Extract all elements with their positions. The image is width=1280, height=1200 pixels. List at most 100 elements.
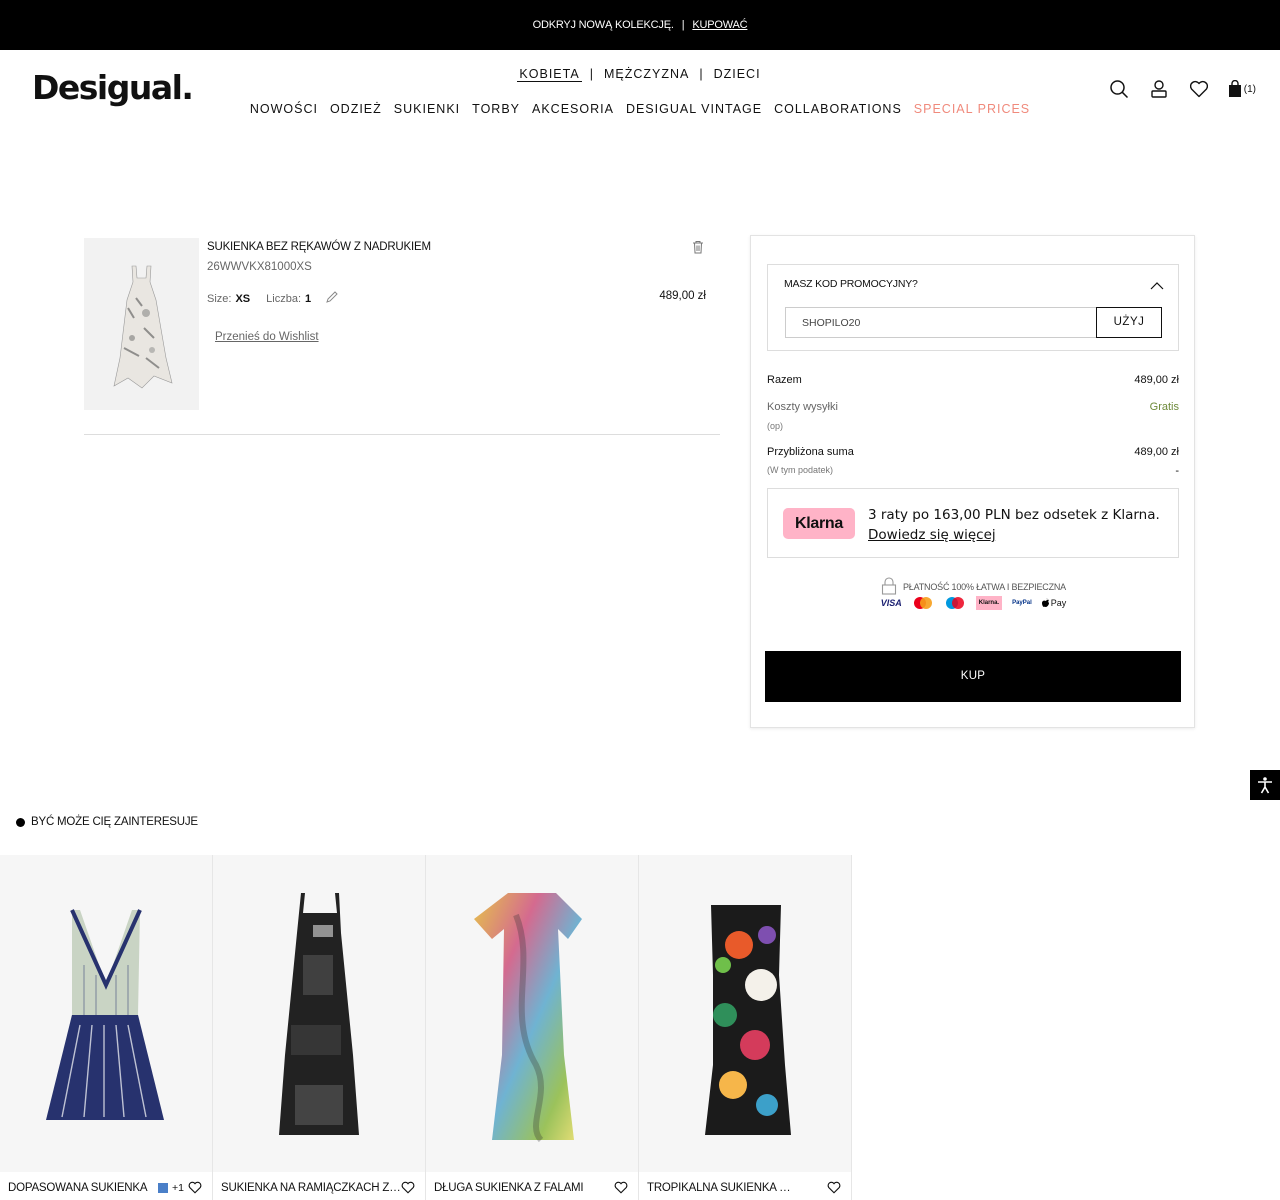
apply-promo-button[interactable]: UŻYJ bbox=[1096, 307, 1162, 338]
accessibility-button[interactable] bbox=[1250, 770, 1280, 800]
search-icon[interactable] bbox=[1108, 78, 1130, 100]
cart-count: (1) bbox=[1243, 83, 1256, 95]
move-to-wishlist-link[interactable]: Przenieś do Wishlist bbox=[215, 331, 319, 343]
product-card[interactable]: DOPASOWANA SUKIENKA +1 bbox=[0, 855, 213, 1200]
size-value: XS bbox=[235, 292, 251, 305]
nav-women[interactable]: KOBIETA bbox=[517, 67, 582, 82]
gender-nav: KOBIETA | MĘŻCZYZNA | DZIECI bbox=[0, 67, 1280, 82]
header-icons: (1) bbox=[1108, 78, 1256, 100]
klarna-message: 3 raty po 163,00 PLN bez odsetek z Klarn… bbox=[868, 505, 1160, 545]
cart-button[interactable]: (1) bbox=[1228, 78, 1256, 100]
product-card-image[interactable] bbox=[426, 855, 638, 1172]
wishlist-heart-icon[interactable] bbox=[1188, 78, 1210, 100]
trash-icon[interactable] bbox=[692, 240, 704, 259]
product-card-image[interactable] bbox=[639, 855, 851, 1172]
nav-bags[interactable]: TORBY bbox=[472, 102, 520, 116]
bullet-icon bbox=[16, 817, 25, 827]
heart-icon[interactable] bbox=[827, 1181, 841, 1199]
nav-clothing[interactable]: ODZIEŻ bbox=[330, 102, 382, 116]
klarna-logo: Klarna bbox=[783, 508, 855, 539]
recommendations-title: BYĆ MOŻE CIĘ ZAINTERESUJE bbox=[16, 816, 198, 828]
klarna-installments-text: 3 raty po 163,00 PLN bez odsetek z Klarn… bbox=[868, 507, 1160, 523]
product-title[interactable]: SUKIENKA BEZ RĘKAWÓW Z NADRUKIEM bbox=[207, 241, 431, 253]
shipping-note: (op) bbox=[767, 421, 784, 431]
product-card-name[interactable]: TROPIKALNA SUKIENKA BEZ RĘKAWÓW bbox=[647, 1182, 795, 1194]
product-card[interactable]: DŁUGA SUKIENKA Z FALAMI bbox=[426, 855, 639, 1200]
maestro-icon bbox=[944, 596, 966, 610]
nav-separator: | bbox=[589, 67, 594, 81]
nav-collaborations[interactable]: COLLABORATIONS bbox=[774, 102, 902, 116]
announcement-shop-link[interactable]: KUPOWAĆ bbox=[692, 19, 747, 31]
checkout-button[interactable]: KUP bbox=[765, 651, 1181, 702]
total-label: Przybliżona suma bbox=[767, 446, 854, 458]
heart-icon[interactable] bbox=[614, 1181, 628, 1199]
mastercard-icon bbox=[912, 596, 934, 610]
product-card[interactable]: SUKIENKA NA RAMIĄCZKACH Z NADRUKIEM bbox=[213, 855, 426, 1200]
order-summary: MASZ KOD PROMOCYJNY? SHOPILO20 UŻYJ Raze… bbox=[750, 235, 1195, 728]
shipping-value: Gratis bbox=[1149, 401, 1179, 413]
shopping-bag-icon bbox=[1228, 80, 1241, 97]
cart-line-item: SUKIENKA BEZ RĘKAWÓW Z NADRUKIEM 26WWVKX… bbox=[84, 238, 720, 435]
product-reference: 26WWVKX81000XS bbox=[207, 261, 312, 273]
secure-payment-text: PŁATNOŚĆ 100% ŁATWA I BEZPIECZNA bbox=[903, 582, 1066, 592]
total-note: (W tym podatek) bbox=[767, 465, 834, 475]
accessibility-icon bbox=[1258, 777, 1272, 794]
product-image[interactable] bbox=[84, 238, 199, 410]
nav-accessories[interactable]: AKCESORIA bbox=[532, 102, 614, 116]
color-swatch[interactable] bbox=[158, 1183, 168, 1193]
subtotal-row: Razem 489,00 zł bbox=[767, 374, 1179, 386]
visa-icon: VISA bbox=[880, 598, 902, 608]
shipping-label: Koszty wysyłki bbox=[767, 401, 838, 413]
nav-vintage[interactable]: DESIGUAL VINTAGE bbox=[626, 102, 762, 116]
product-card-name[interactable]: DŁUGA SUKIENKA Z FALAMI bbox=[434, 1182, 614, 1194]
product-card-name[interactable]: SUKIENKA NA RAMIĄCZKACH Z NADRUKIEM bbox=[221, 1182, 401, 1194]
klarna-payment-icon: Klarna. bbox=[975, 596, 1003, 610]
nav-new[interactable]: NOWOŚCI bbox=[250, 102, 318, 116]
announcement-separator: | bbox=[681, 19, 685, 31]
quantity-label: Liczba: bbox=[266, 292, 302, 305]
padlock-icon bbox=[881, 577, 897, 597]
subtotal-value: 489,00 zł bbox=[1134, 374, 1179, 386]
product-card[interactable]: TROPIKALNA SUKIENKA BEZ RĘKAWÓW bbox=[639, 855, 852, 1200]
nav-men[interactable]: MĘŻCZYZNA bbox=[602, 67, 691, 82]
product-price: 489,00 zł bbox=[659, 290, 706, 302]
product-card-image[interactable] bbox=[0, 855, 212, 1172]
promo-code-panel: MASZ KOD PROMOCYJNY? SHOPILO20 UŻYJ bbox=[767, 264, 1179, 351]
total-note-row: (W tym podatek) - bbox=[767, 465, 1179, 477]
total-value: 489,00 zł bbox=[1134, 446, 1179, 458]
nav-separator: | bbox=[699, 67, 704, 81]
recommendations-heading: BYĆ MOŻE CIĘ ZAINTERESUJE bbox=[31, 816, 198, 828]
nav-dresses[interactable]: SUKIENKI bbox=[394, 102, 460, 116]
heart-icon[interactable] bbox=[188, 1181, 202, 1199]
product-card-image[interactable] bbox=[213, 855, 425, 1172]
size-label: Size: bbox=[207, 292, 232, 305]
quantity-value: 1 bbox=[305, 292, 312, 305]
paypal-icon: PayPal bbox=[1012, 600, 1032, 606]
more-colors-count: +1 bbox=[172, 1182, 184, 1194]
account-icon[interactable] bbox=[1148, 78, 1170, 100]
product-meta: Size: XS Liczba: 1 bbox=[207, 290, 339, 307]
announcement-bar: ODKRYJ NOWĄ KOLEKCJĘ. | KUPOWAĆ bbox=[0, 0, 1280, 50]
apple-pay-label: Pay bbox=[1050, 598, 1067, 608]
nav-kids[interactable]: DZIECI bbox=[712, 67, 763, 82]
total-tax: - bbox=[1175, 465, 1179, 477]
category-nav: NOWOŚCI ODZIEŻ SUKIENKI TORBY AKCESORIA … bbox=[0, 102, 1280, 116]
klarna-banner: Klarna 3 raty po 163,00 PLN bez odsetek … bbox=[767, 488, 1179, 558]
secure-payment: PŁATNOŚĆ 100% ŁATWA I BEZPIECZNA bbox=[751, 577, 1196, 597]
nav-special-prices[interactable]: SPECIAL PRICES bbox=[914, 102, 1030, 116]
payment-methods: VISA Klarna. PayPal Pay bbox=[751, 596, 1196, 610]
promo-code-title[interactable]: MASZ KOD PROMOCYJNY? bbox=[784, 278, 918, 290]
apple-pay-icon: Pay bbox=[1041, 596, 1067, 610]
recommendation-grid: DOPASOWANA SUKIENKA +1 SUKIENKA NA RAMIĄ… bbox=[0, 855, 853, 1200]
klarna-learn-more-link[interactable]: Dowiedz się więcej bbox=[868, 525, 1160, 545]
subtotal-label: Razem bbox=[767, 374, 802, 386]
chevron-up-icon[interactable] bbox=[1150, 277, 1164, 295]
announcement-text: ODKRYJ NOWĄ KOLEKCJĘ. bbox=[532, 19, 674, 31]
promo-code-input[interactable]: SHOPILO20 bbox=[785, 307, 1097, 338]
edit-pencil-icon[interactable] bbox=[325, 290, 339, 307]
shipping-row: Koszty wysyłki Gratis bbox=[767, 401, 1179, 413]
heart-icon[interactable] bbox=[401, 1181, 415, 1199]
product-card-name[interactable]: DOPASOWANA SUKIENKA bbox=[8, 1182, 156, 1194]
total-row: Przybliżona suma 489,00 zł bbox=[767, 446, 1179, 458]
site-header: Desigual. KOBIETA | MĘŻCZYZNA | DZIECI N… bbox=[0, 50, 1280, 130]
